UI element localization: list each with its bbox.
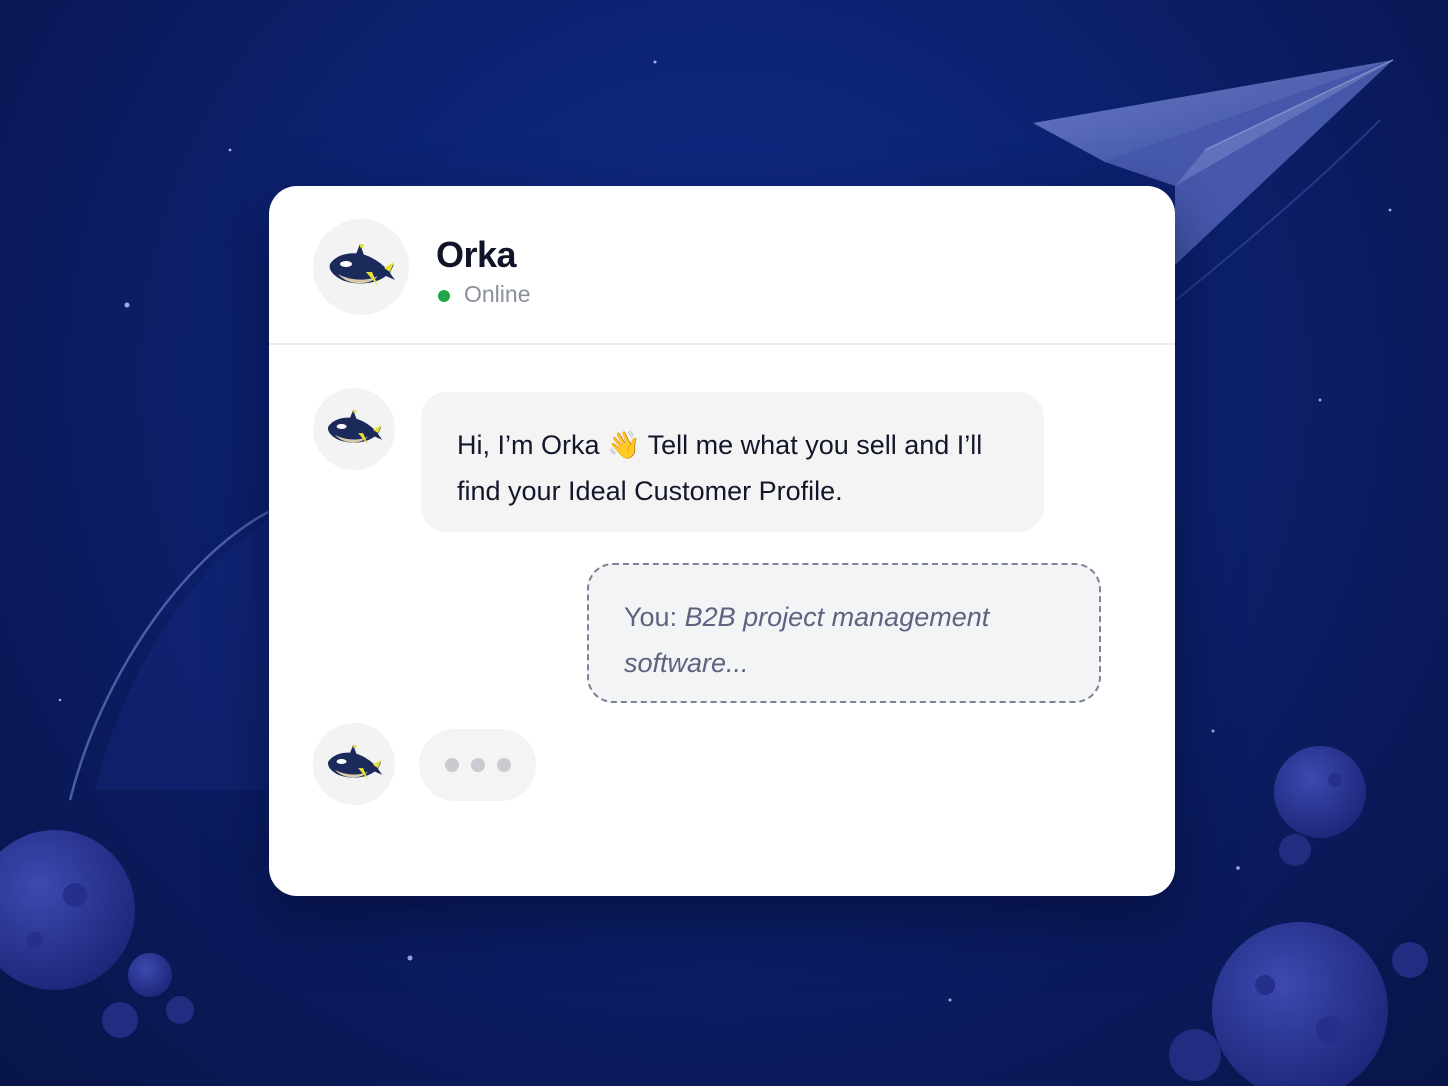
online-status-text: Online xyxy=(464,281,531,307)
orca-mascot-icon xyxy=(327,744,383,780)
bot-message-avatar xyxy=(313,388,395,470)
typing-dot xyxy=(444,758,459,772)
chat-header: Orka Online xyxy=(269,186,1175,345)
typing-dot xyxy=(496,758,511,772)
typing-dot xyxy=(470,758,485,772)
orca-mascot-icon xyxy=(327,409,383,445)
online-status-dot xyxy=(438,290,450,302)
typing-indicator xyxy=(419,729,536,801)
orca-mascot-icon xyxy=(329,244,395,286)
user-message-bubble: You: B2B project management software... xyxy=(587,563,1101,703)
user-message-prefix: You: xyxy=(624,602,685,632)
moon-bottom-right xyxy=(1169,746,1428,1086)
agent-name: Orka xyxy=(436,234,517,275)
bot-message-bubble: Hi, I’m Orka 👋 Tell me what you sell and… xyxy=(421,392,1044,532)
typing-avatar xyxy=(313,723,395,805)
agent-avatar xyxy=(313,219,409,315)
chat-window: Orka Online Hi, I’m Orka 👋 Tell me what … xyxy=(269,186,1175,896)
moon-bottom-left xyxy=(0,830,194,1038)
